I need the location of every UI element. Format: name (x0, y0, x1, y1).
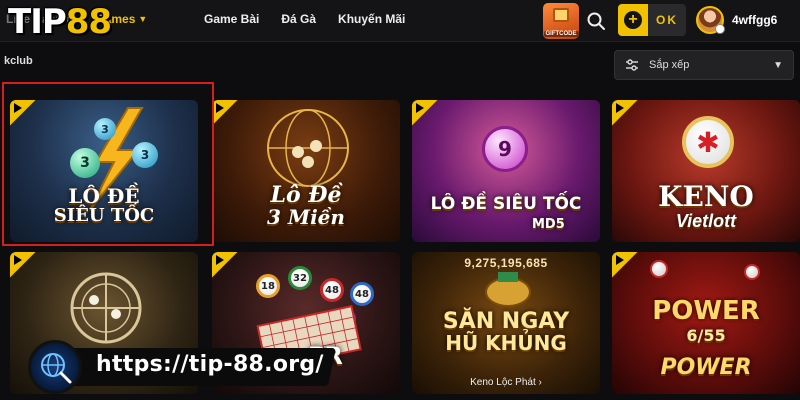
lottery-ball: 9 (482, 126, 528, 172)
game-subtitle: MD5 (532, 217, 565, 232)
game-card-lo-de-3-mien[interactable]: Lô Đề 3 Miền (212, 100, 400, 242)
deposit-button[interactable]: + OK (618, 4, 686, 36)
provider-tag[interactable]: kclub (4, 55, 33, 67)
game-subtitle: POWER (660, 355, 752, 380)
sort-label: Sắp xếp (649, 59, 690, 71)
chevron-down-icon: ▼ (773, 59, 783, 71)
deposit-label: OK (656, 13, 678, 27)
play-ribbon-icon (612, 100, 638, 126)
filter-icon (626, 59, 638, 71)
game-footer-link: Keno Lộc Phát › (470, 377, 542, 388)
brand-logo[interactable]: TIP88 (8, 2, 112, 42)
nav-item-game-bai[interactable]: Game Bài (204, 12, 259, 26)
site-url: https://tip-88.org/ (96, 352, 324, 377)
game-card-keno-vietlott[interactable]: ✱ KENO Vietlott (612, 100, 800, 242)
plus-icon: + (618, 4, 648, 36)
avatar-badge-icon (715, 24, 725, 34)
keno-star-ball: ✱ (682, 116, 734, 168)
game-title: POWER (652, 296, 760, 326)
top-navigation-bar: Live Casino Games ▼ Game Bài Đá Gà Khuyế… (0, 0, 800, 42)
nav-item-khuyen-mai[interactable]: Khuyến Mãi (338, 12, 405, 26)
lottery-ball (650, 260, 668, 278)
play-ribbon-icon (612, 252, 638, 278)
gift-box-icon (553, 8, 569, 22)
chevron-right-icon: › (538, 377, 542, 388)
game-title: KENO (658, 180, 754, 213)
globe-search-icon (28, 340, 82, 394)
logo-text: TIP88 (8, 2, 112, 42)
user-menu[interactable]: 4wffgg6 (696, 6, 777, 34)
game-number: 6/55 (686, 326, 726, 345)
site-url-badge: https://tip-88.org/ (28, 340, 337, 394)
selection-highlight (2, 82, 214, 246)
game-card-lo-de-sieu-toc-md5[interactable]: 9 LÔ ĐỀ SIÊU TỐC MD5 (412, 100, 600, 242)
username: 4wffgg6 (732, 13, 778, 27)
search-button[interactable] (586, 11, 606, 31)
game-subtitle: Vietlott (675, 211, 737, 231)
game-card-power-655[interactable]: POWER 6/55 POWER (612, 252, 800, 394)
sort-dropdown[interactable]: Sắp xếp ▼ (614, 50, 794, 80)
game-title: SĂN NGAY HŨ KHỦNG (442, 309, 570, 356)
avatar (696, 6, 725, 34)
play-ribbon-icon (412, 100, 438, 126)
nav-secondary: Game Bài Đá Gà Khuyến Mãi (204, 12, 405, 26)
nav-item-da-ga[interactable]: Đá Gà (281, 12, 316, 26)
chevron-down-icon: ▼ (138, 14, 148, 24)
lottery-ball (744, 264, 760, 280)
game-title: Lô Đề 3 Miền (267, 182, 345, 230)
search-icon (587, 12, 605, 30)
giftcode-label: GIFTCODE (543, 31, 579, 37)
game-title: LÔ ĐỀ SIÊU TỐC (430, 194, 582, 214)
giftcode-button[interactable]: GIFTCODE (543, 3, 579, 39)
game-card-keno-loc-phat[interactable]: 9,275,195,685 SĂN NGAY HŨ KHỦNG Keno Lộc… (412, 252, 600, 394)
